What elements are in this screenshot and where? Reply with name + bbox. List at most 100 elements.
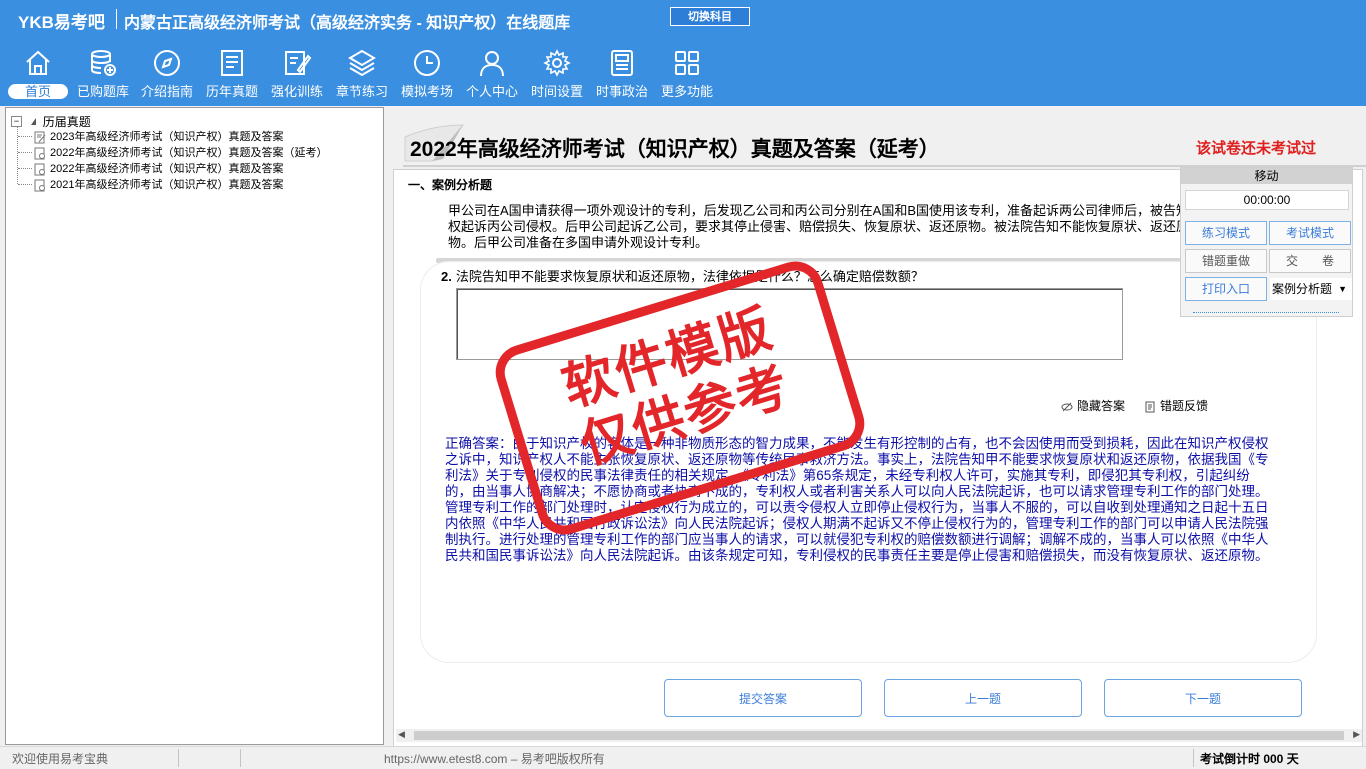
next-question-button[interactable]: 下一题 — [1104, 679, 1302, 717]
tree-item-2021[interactable]: 2021年高级经济师考试（知识产权）真题及答案 — [34, 176, 283, 192]
eye-hide-icon — [1061, 402, 1073, 412]
section-title: 一、案例分析题 — [408, 178, 493, 192]
newspaper-icon — [611, 50, 633, 76]
nav-profile-label: 个人中心 — [465, 84, 518, 99]
tree-connector — [17, 124, 18, 184]
nav-current-affairs-label: 时事政治 — [595, 84, 648, 99]
practice-mode-button[interactable]: 练习模式 — [1185, 221, 1267, 245]
document-lock-icon — [34, 163, 45, 176]
home-icon — [26, 50, 50, 75]
nav-home-label: 首页 — [8, 84, 68, 99]
welcome-text: 欢迎使用易考宝典 — [12, 752, 109, 766]
nav-intensive-label: 强化训练 — [270, 84, 323, 99]
hide-answer-label: 隐藏答案 — [1077, 399, 1126, 413]
tree-item-label: 2021年高级经济师考试（知识产权）真题及答案 — [50, 179, 284, 191]
nav-past-papers-label: 历年真题 — [205, 84, 258, 99]
tree-item-label: 2023年高级经济师考试（知识产权）真题及答案 — [50, 131, 284, 143]
tree-item-label: 2022年高级经济师考试（知识产权）真题及答案 — [50, 163, 284, 175]
nav-purchased-label: 已购题库 — [76, 84, 129, 99]
title-divider — [116, 9, 117, 29]
nav-guide-label: 介绍指南 — [140, 84, 193, 99]
compass-icon — [154, 50, 180, 76]
document-list-icon — [221, 50, 243, 76]
panel-move-handle[interactable]: 移动 — [1181, 168, 1352, 184]
user-icon — [480, 51, 504, 77]
tree-connector — [18, 136, 32, 137]
clock-icon — [414, 50, 440, 76]
scroll-right-icon[interactable]: ▶ — [1353, 729, 1360, 740]
edit-icon — [285, 51, 312, 75]
error-feedback-label: 错题反馈 — [1160, 399, 1209, 413]
feedback-icon — [1145, 401, 1155, 413]
paper-title: 2022年高级经济师考试（知识产权）真题及答案（延考） — [410, 138, 940, 161]
document-lock-icon — [34, 147, 45, 160]
tree-connector — [18, 152, 32, 153]
tree-arrow-icon — [31, 118, 37, 125]
status-divider — [178, 749, 179, 767]
tree-connector — [18, 168, 32, 169]
status-divider — [1193, 749, 1194, 767]
collapse-icon[interactable]: − — [11, 116, 22, 127]
question-text: 2. 法院告知甲不能要求恢复原状和返还原物，法律依据是什么？怎么确定赔偿数额？ — [441, 266, 924, 285]
switch-subject-button[interactable]: 切换科目 — [670, 7, 750, 26]
timer-display: 00:00:00 — [1185, 190, 1349, 210]
nav-mock-exam-label: 模拟考场 — [400, 84, 453, 99]
question-body: 法院告知甲不能要求恢复原状和返还原物，法律依据是什么？怎么确定赔偿数额？ — [455, 269, 924, 284]
hand-in-button[interactable]: 交 卷 — [1269, 249, 1351, 273]
scroll-thumb[interactable] — [414, 731, 1344, 740]
nav-current-affairs[interactable]: 时事政治 — [593, 48, 651, 104]
exam-mode-button[interactable]: 考试模式 — [1269, 221, 1351, 245]
app-header: YKB易考吧 内蒙古正高级经济师考试（高级经济实务 - 知识产权）在线题库 切换… — [0, 0, 1366, 106]
question-type-select[interactable]: 案例分析题 ▼ — [1270, 278, 1352, 300]
grid-icon — [675, 51, 699, 75]
tree-root[interactable]: − 历届真题 — [11, 113, 91, 129]
correct-answer: 正确答案：由于知识产权的客体是一种非物质形态的智力成果，不能发生有形控制的占有，… — [445, 436, 1269, 563]
nav-chapter-label: 章节练习 — [335, 84, 388, 99]
nav-purchased[interactable]: 已购题库 — [74, 48, 132, 104]
nav-time-settings[interactable]: 时间设置 — [528, 48, 586, 104]
case-stem: 甲公司在A国申请获得一项外观设计的专利，后发现乙公司和丙公司分别在A国和B国使用… — [448, 203, 1203, 250]
nav-profile[interactable]: 个人中心 — [463, 48, 521, 104]
tree-item-2022-delayed[interactable]: 2022年高级经济师考试（知识产权）真题及答案（延考） — [34, 144, 327, 160]
scroll-left-icon[interactable]: ◀ — [398, 729, 405, 740]
nav-time-settings-label: 时间设置 — [530, 84, 583, 99]
nav-home[interactable]: 首页 — [8, 48, 68, 104]
redo-wrong-button[interactable]: 错题重做 — [1185, 249, 1267, 273]
tree-item-2023[interactable]: 2023年高级经济师考试（知识产权）真题及答案 — [34, 128, 283, 144]
nav-guide[interactable]: 介绍指南 — [138, 48, 196, 104]
status-divider — [240, 749, 241, 767]
document-edit-icon — [34, 131, 46, 144]
logo: YKB易考吧 — [18, 13, 105, 32]
countdown-text: 考试倒计时 000 天 — [1200, 752, 1299, 766]
control-panel: 移动 00:00:00 练习模式 考试模式 错题重做 交 卷 打印入口 案例分析… — [1180, 167, 1353, 317]
tree-connector — [18, 184, 32, 185]
app-title: 内蒙古正高级经济师考试（高级经济实务 - 知识产权）在线题库 — [124, 15, 571, 32]
document-lock-icon — [34, 179, 45, 192]
database-icon — [91, 50, 116, 76]
nav-intensive[interactable]: 强化训练 — [268, 48, 326, 104]
question-type-value: 案例分析题 — [1272, 282, 1333, 296]
exam-status: 该试卷还未考试过 — [1196, 140, 1317, 157]
status-bar: 欢迎使用易考宝典 https://www.etest8.com – 易考吧版权所… — [0, 746, 1366, 769]
layers-icon — [348, 49, 376, 77]
nav-past-papers[interactable]: 历年真题 — [203, 48, 261, 104]
panel-progress-line — [1193, 312, 1339, 313]
hide-answer-button[interactable]: 隐藏答案 — [1061, 397, 1125, 414]
print-button[interactable]: 打印入口 — [1185, 277, 1267, 301]
chevron-down-icon: ▼ — [1338, 284, 1347, 294]
copyright-text: https://www.etest8.com – 易考吧版权所有 — [384, 752, 605, 766]
tree-item-2022[interactable]: 2022年高级经济师考试（知识产权）真题及答案 — [34, 160, 283, 176]
submit-answer-button[interactable]: 提交答案 — [664, 679, 862, 717]
prev-question-button[interactable]: 上一题 — [884, 679, 1082, 717]
answer-input[interactable] — [456, 288, 1123, 360]
paper-tree: − 历届真题 2023年高级经济师考试（知识产权）真题及答案 2022年高级经济… — [5, 107, 384, 745]
gear-icon — [543, 49, 571, 77]
question-card: 2. 法院告知甲不能要求恢复原状和返还原物，法律依据是什么？怎么确定赔偿数额？ 隐… — [421, 262, 1316, 662]
nav-mock-exam[interactable]: 模拟考场 — [398, 48, 456, 104]
nav-more[interactable]: 更多功能 — [658, 48, 716, 104]
error-feedback-button[interactable]: 错题反馈 — [1144, 397, 1208, 414]
nav-chapter[interactable]: 章节练习 — [333, 48, 391, 104]
horizontal-scrollbar[interactable]: ◀ ▶ — [396, 729, 1362, 742]
nav-more-label: 更多功能 — [660, 84, 713, 99]
tree-item-label: 2022年高级经济师考试（知识产权）真题及答案（延考） — [50, 147, 328, 159]
